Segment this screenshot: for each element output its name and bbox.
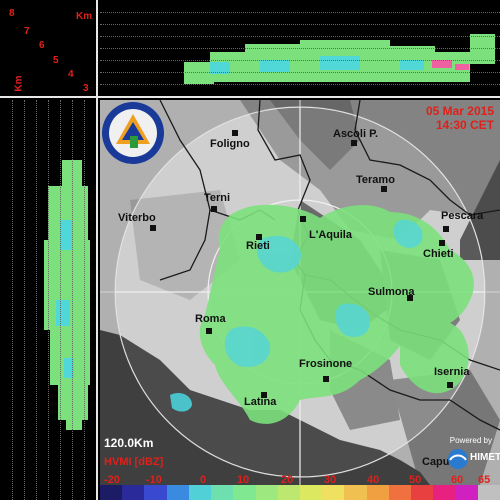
grid-line (24, 100, 25, 500)
radar-map[interactable]: 05 Mar 2015 14:30 CET Foligno Ascoli P. … (100, 100, 500, 485)
city-marker (206, 328, 212, 334)
grid-line (100, 24, 500, 25)
legend-swatch (366, 485, 389, 500)
separator-line (0, 96, 500, 98)
legend-swatch (122, 485, 145, 500)
grid-line (100, 12, 500, 13)
altitude-label: 7 (24, 26, 30, 37)
legend-swatch (388, 485, 412, 500)
city-marker (447, 382, 453, 388)
separator-line (96, 0, 98, 500)
city-marker (439, 240, 445, 246)
city-marker (150, 225, 156, 231)
legend-swatch (166, 485, 189, 500)
legend-swatch (455, 485, 478, 500)
city-marker (300, 216, 306, 222)
himet-brand: HIMET (470, 452, 500, 463)
city-label-rieti[interactable]: Rieti (246, 240, 270, 252)
legend-swatch (411, 485, 434, 500)
city-marker (443, 226, 449, 232)
altitude-label: 5 (53, 55, 59, 66)
city-label-isernia[interactable]: Isernia (434, 366, 469, 378)
grid-line (100, 48, 500, 49)
city-marker (211, 206, 217, 212)
legend-swatch (477, 485, 500, 500)
grid-line (100, 84, 500, 85)
legend-swatch (322, 485, 345, 500)
powered-by-text: Powered by (449, 436, 492, 445)
legend-swatch (188, 485, 212, 500)
city-label-frosinone[interactable]: Frosinone (299, 358, 352, 370)
city-marker (381, 186, 387, 192)
km-unit-label: Km (76, 11, 93, 22)
grid-line (72, 100, 73, 500)
city-label-teramo[interactable]: Teramo (356, 174, 395, 186)
protezione-civile-logo (102, 102, 164, 164)
altitude-label: 6 (39, 40, 45, 51)
city-label-ascoli[interactable]: Ascoli P. (333, 128, 378, 140)
city-marker (323, 376, 329, 382)
grid-line (100, 36, 500, 37)
grid-line (100, 60, 500, 61)
left-cross-section (0, 100, 96, 500)
legend-swatch (100, 485, 123, 500)
timestamp: 05 Mar 2015 14:30 CET (426, 104, 494, 132)
city-label-foligno[interactable]: Foligno (210, 138, 250, 150)
legend-swatch (433, 485, 456, 500)
city-label-laquila[interactable]: L'Aquila (309, 229, 352, 241)
city-label-viterbo[interactable]: Viterbo (118, 212, 156, 224)
city-label-chieti[interactable]: Chieti (423, 248, 454, 260)
time-text: 14:30 CET (435, 118, 494, 132)
legend-swatch (255, 485, 278, 500)
legend-swatch (277, 485, 300, 500)
top-cross-section (100, 0, 500, 96)
grid-line (84, 100, 85, 500)
city-label-latina[interactable]: Latina (244, 396, 276, 408)
city-label-pescara[interactable]: Pescara (441, 210, 483, 222)
altitude-label: 4 (68, 69, 74, 80)
city-marker (232, 130, 238, 136)
legend-swatch (233, 485, 256, 500)
grid-line (100, 72, 500, 73)
color-legend (100, 485, 500, 500)
legend-title: HVMI [dBZ] (104, 456, 164, 468)
city-label-sulmona[interactable]: Sulmona (368, 286, 414, 298)
grid-line (12, 100, 13, 500)
city-marker (351, 140, 357, 146)
grid-line (60, 100, 61, 500)
city-label-roma[interactable]: Roma (195, 313, 226, 325)
range-label: 120.0Km (104, 436, 154, 450)
legend-swatch (144, 485, 167, 500)
grid-line (48, 100, 49, 500)
grid-line (36, 100, 37, 500)
altitude-label: 8 (9, 8, 15, 19)
legend-swatch (299, 485, 323, 500)
km-unit-label: Km (13, 75, 25, 92)
legend-swatch (344, 485, 367, 500)
himet-logo: HIMET (448, 448, 500, 470)
date-text: 05 Mar 2015 (425, 104, 494, 118)
altitude-label: 3 (83, 83, 89, 94)
city-label-terni[interactable]: Terni (204, 192, 230, 204)
legend-swatch (211, 485, 234, 500)
